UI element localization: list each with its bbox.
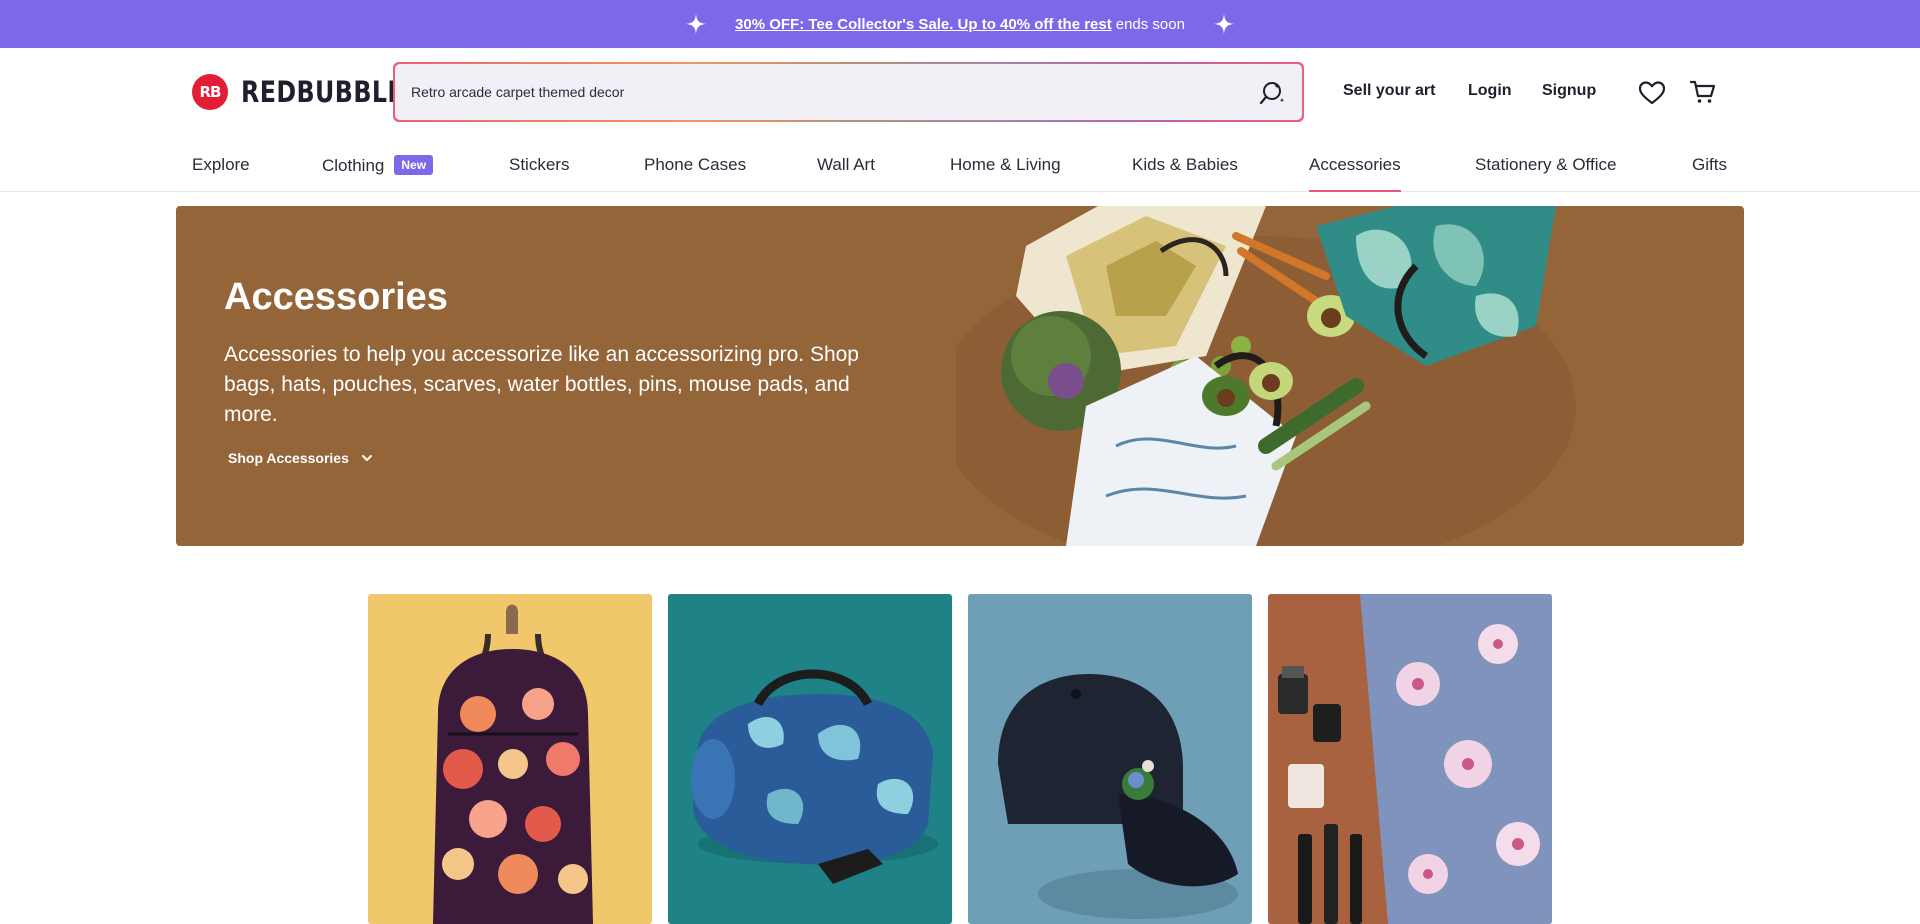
- signup-link[interactable]: Signup: [1542, 82, 1596, 100]
- hero-description: Accessories to help you accessorize like…: [224, 343, 859, 426]
- product-tile-baseball-cap[interactable]: [968, 594, 1252, 924]
- logo-text: REDBUBBLE: [241, 75, 405, 109]
- baseball-cap-image: [968, 594, 1252, 924]
- zipper-pouch-image: [1268, 594, 1552, 924]
- new-badge: New: [394, 155, 434, 175]
- sparkle-icon: [685, 13, 707, 35]
- login-link[interactable]: Login: [1468, 82, 1512, 100]
- shop-accessories-label: Shop Accessories: [228, 450, 349, 466]
- nav-item-accessories[interactable]: Accessories: [1309, 155, 1401, 192]
- shop-accessories-dropdown[interactable]: Shop Accessories: [228, 450, 373, 466]
- nav-item-explore[interactable]: Explore: [192, 155, 250, 192]
- nav-item-gifts[interactable]: Gifts: [1692, 155, 1727, 192]
- heart-icon[interactable]: [1638, 80, 1666, 106]
- product-tile-zipper-pouch[interactable]: [1268, 594, 1552, 924]
- duffle-bag-image: [668, 594, 952, 924]
- chevron-down-icon: [361, 455, 372, 461]
- nav-item-wall-art[interactable]: Wall Art: [817, 155, 875, 192]
- nav-item-phone-cases[interactable]: Phone Cases: [644, 155, 746, 192]
- nav-item-kids-babies[interactable]: Kids & Babies: [1132, 155, 1238, 192]
- category-nav: Explore Clothing New Stickers Phone Cases…: [0, 136, 1920, 192]
- sparkle-icon: [1213, 13, 1235, 35]
- promo-link[interactable]: 30% OFF: Tee Collector's Sale. Up to 40%…: [735, 16, 1112, 33]
- promo-tail-text: ends soon: [1115, 15, 1185, 33]
- search-icon[interactable]: [1258, 79, 1286, 107]
- nav-item-stickers[interactable]: Stickers: [509, 155, 569, 192]
- backpack-image: [368, 594, 652, 924]
- nav-item-label: Clothing: [322, 156, 385, 175]
- nav-item-home-living[interactable]: Home & Living: [950, 155, 1061, 192]
- promo-bar: 30% OFF: Tee Collector's Sale. Up to 40%…: [0, 0, 1920, 48]
- nav-item-stationery-office[interactable]: Stationery & Office: [1475, 155, 1616, 192]
- logo-mark: RB: [192, 74, 228, 110]
- product-tile-duffle-bag[interactable]: [668, 594, 952, 924]
- search-bar: [393, 62, 1304, 122]
- product-tile-backpack[interactable]: [368, 594, 652, 924]
- cart-icon[interactable]: [1690, 79, 1716, 105]
- hero-banner: Accessories Accessories to help you acce…: [176, 206, 1744, 546]
- search-input[interactable]: [395, 64, 1235, 120]
- sell-your-art-link[interactable]: Sell your art: [1343, 82, 1435, 100]
- hero-title: Accessories: [224, 276, 448, 318]
- site-header: RB REDBUBBLE Sell your art Login Signup: [0, 48, 1920, 136]
- nav-item-clothing[interactable]: Clothing New: [322, 155, 434, 192]
- search-field-box: [393, 62, 1304, 122]
- hero-image: [956, 206, 1576, 546]
